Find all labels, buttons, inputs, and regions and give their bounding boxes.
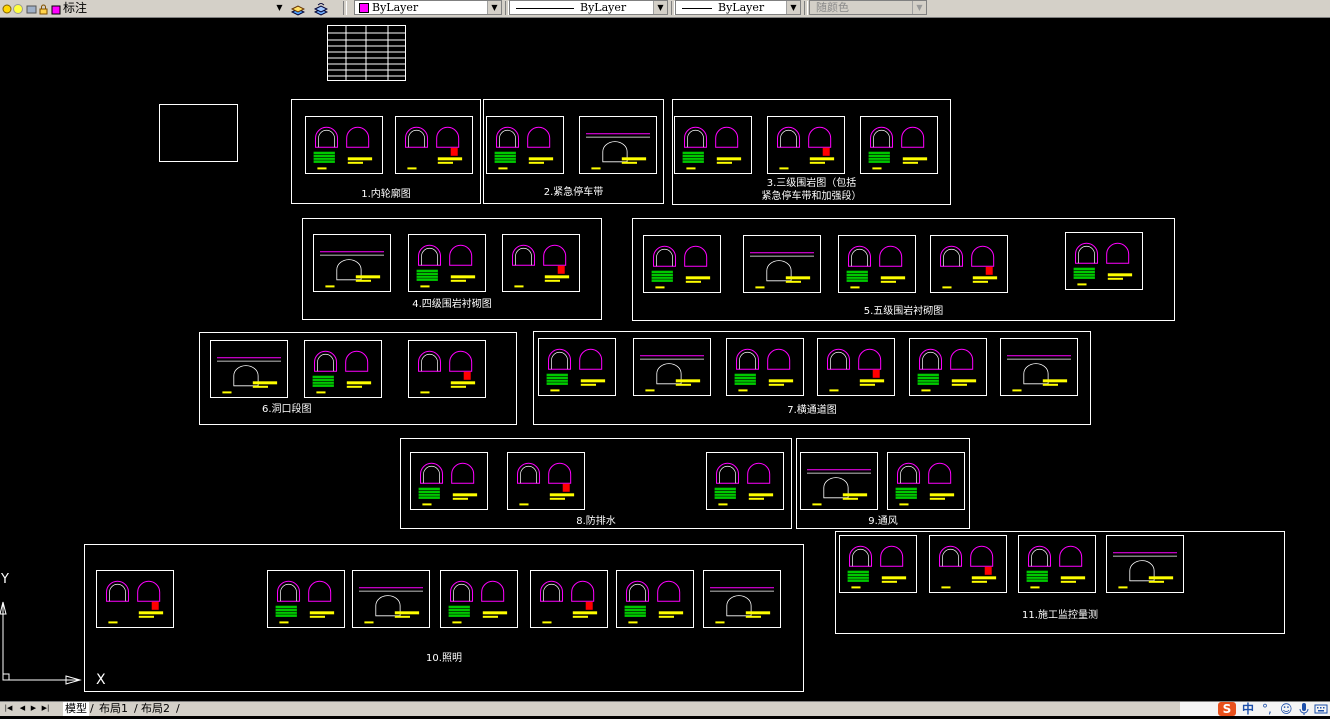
drawing-index-table[interactable] xyxy=(327,25,406,81)
linetype-dropdown-arrow-icon[interactable]: ▼ xyxy=(653,1,667,14)
drawing-sheet-thumbnail[interactable] xyxy=(838,235,916,293)
ime-toolbar: S 中 °, ☺ xyxy=(1180,702,1330,716)
drawing-sheet-thumbnail[interactable] xyxy=(267,570,345,628)
group-11-caption: 11.施工监控量测 xyxy=(1022,610,1098,621)
drawing-sheet-thumbnail[interactable] xyxy=(909,338,987,396)
drawing-sheet-thumbnail[interactable] xyxy=(1018,535,1096,593)
ime-punct[interactable]: °, xyxy=(1262,702,1272,716)
lineweight-sample xyxy=(682,7,712,9)
keyboard-icon[interactable] xyxy=(1314,702,1328,719)
group-7-caption: 7.横通道图 xyxy=(787,405,837,416)
drawing-sheet-thumbnail[interactable] xyxy=(352,570,430,628)
lineweight-value: ByLayer xyxy=(718,1,765,14)
drawing-sheet-thumbnail[interactable] xyxy=(1106,535,1184,593)
color-value: ByLayer xyxy=(372,1,419,14)
drawing-sheet-thumbnail[interactable] xyxy=(930,235,1008,293)
group-6-caption: 6.洞口段图 xyxy=(262,404,312,415)
drawing-sheet-thumbnail[interactable] xyxy=(817,338,895,396)
drawing-sheet-thumbnail[interactable] xyxy=(408,234,486,292)
drawing-sheet-thumbnail[interactable] xyxy=(674,116,752,174)
tab-divider: / xyxy=(134,702,138,715)
linetype-sample xyxy=(516,7,574,9)
mic-icon[interactable] xyxy=(1299,702,1309,719)
layout-tabs-bar: |◀ ◀ ▶ ▶| 模型 布局1 布局2 / / / S 中 °, ☺ xyxy=(0,701,1330,716)
drawing-sheet-thumbnail[interactable] xyxy=(530,570,608,628)
layer-name: 标注 xyxy=(63,1,88,15)
linetype-control[interactable]: ByLayer ▼ xyxy=(509,0,668,15)
group-10-caption: 10.照明 xyxy=(426,653,462,664)
layer-dropdown-arrow-icon[interactable]: ▼ xyxy=(273,1,286,14)
make-current-layer-icon[interactable] xyxy=(290,1,306,16)
color-swatch xyxy=(359,3,369,13)
plotstyle-dropdown-arrow-icon: ▼ xyxy=(912,1,926,14)
drawing-sheet-thumbnail[interactable] xyxy=(643,235,721,293)
prev-tab-icon[interactable]: ◀ xyxy=(17,703,28,714)
lineweight-dropdown-arrow-icon[interactable]: ▼ xyxy=(786,1,800,14)
drawing-sheet-thumbnail[interactable] xyxy=(767,116,845,174)
drawing-sheet-thumbnail[interactable] xyxy=(313,234,391,292)
tab-divider: / xyxy=(176,702,180,715)
drawing-sheet-thumbnail[interactable] xyxy=(410,452,488,510)
toolbar-separator xyxy=(343,1,347,15)
group-2-caption: 2.紧急停车带 xyxy=(543,187,604,198)
drawing-sheet-thumbnail[interactable] xyxy=(502,234,580,292)
drawing-sheet-thumbnail[interactable] xyxy=(860,116,938,174)
tab-layout2[interactable]: 布局2 xyxy=(139,702,172,716)
drawing-sheet-thumbnail[interactable] xyxy=(800,452,878,510)
drawing-sheet-thumbnail[interactable] xyxy=(1065,232,1143,290)
group-8-caption: 8.防排水 xyxy=(576,516,616,527)
drawing-sheet-thumbnail[interactable] xyxy=(887,452,965,510)
drawing-sheet-thumbnail[interactable] xyxy=(929,535,1007,593)
ime-emoji-icon[interactable]: ☺ xyxy=(1280,702,1293,716)
layer-previous-icon[interactable] xyxy=(313,1,329,16)
next-tab-icon[interactable]: ▶ xyxy=(28,703,39,714)
drawing-sheet-thumbnail[interactable] xyxy=(726,338,804,396)
plotstyle-value: 随颜色 xyxy=(816,1,849,14)
drawing-sheet-thumbnail[interactable] xyxy=(507,452,585,510)
drawing-sheet-thumbnail[interactable] xyxy=(486,116,564,174)
drawing-sheet-thumbnail[interactable] xyxy=(395,116,473,174)
last-tab-icon[interactable]: ▶| xyxy=(40,703,51,714)
color-control[interactable]: ByLayer ▼ xyxy=(354,0,502,15)
plotstyle-control: 随颜色 ▼ xyxy=(809,0,927,15)
drawing-sheet-thumbnail[interactable] xyxy=(616,570,694,628)
drawing-sheet-thumbnail[interactable] xyxy=(408,340,486,398)
ucs-icon xyxy=(0,601,82,685)
model-space-canvas[interactable]: 1.内轮廓图 2.紧急停车带 3.三级围岩图（包括 紧急停车带和加强段） 4.四… xyxy=(0,18,1330,701)
drawing-sheet-thumbnail[interactable] xyxy=(305,116,383,174)
drawing-sheet-thumbnail[interactable] xyxy=(304,340,382,398)
drawing-sheet-thumbnail[interactable] xyxy=(579,116,657,174)
group-3-caption-line2: 紧急停车带和加强段） xyxy=(761,191,862,202)
linetype-value: ByLayer xyxy=(580,1,627,14)
lineweight-control[interactable]: ByLayer ▼ xyxy=(675,0,801,15)
group-1-caption: 1.内轮廓图 xyxy=(361,189,411,200)
drawing-sheet-thumbnail[interactable] xyxy=(633,338,711,396)
drawing-sheet-thumbnail[interactable] xyxy=(440,570,518,628)
ime-logo-icon[interactable]: S xyxy=(1218,702,1236,716)
drawing-sheet-thumbnail[interactable] xyxy=(538,338,616,396)
drawing-sheet-thumbnail[interactable] xyxy=(210,340,288,398)
group-3-caption: 3.三级围岩图（包括 xyxy=(766,178,857,189)
group-4-caption: 4.四级围岩衬砌图 xyxy=(412,299,492,310)
group-9-caption: 9.通风 xyxy=(868,516,898,527)
tab-model[interactable]: 模型 xyxy=(63,702,89,716)
group-5-caption: 5.五级围岩衬砌图 xyxy=(863,306,944,317)
drawing-sheet-thumbnail[interactable] xyxy=(839,535,917,593)
drawing-sheet-thumbnail[interactable] xyxy=(703,570,781,628)
first-tab-icon[interactable]: |◀ xyxy=(3,703,14,714)
ucs-y-label: Y xyxy=(1,572,9,587)
drawing-sheet-thumbnail[interactable] xyxy=(706,452,784,510)
properties-toolbar: 标注 ▼ ByLayer ▼ ByLayer ▼ ByLayer ▼ 随颜色 ▼ xyxy=(0,0,1330,18)
drawing-sheet-thumbnail[interactable] xyxy=(1000,338,1078,396)
blank-sheet[interactable] xyxy=(159,104,238,162)
color-dropdown-arrow-icon[interactable]: ▼ xyxy=(487,1,501,14)
ime-mode[interactable]: 中 xyxy=(1242,702,1254,716)
ucs-x-label: X xyxy=(96,672,106,688)
tab-divider: / xyxy=(90,702,94,715)
drawing-sheet-thumbnail[interactable] xyxy=(743,235,821,293)
tab-layout1[interactable]: 布局1 xyxy=(97,702,130,716)
toolbar-separator xyxy=(804,1,808,15)
layer-dropdown[interactable]: 标注 ▼ xyxy=(0,0,287,15)
